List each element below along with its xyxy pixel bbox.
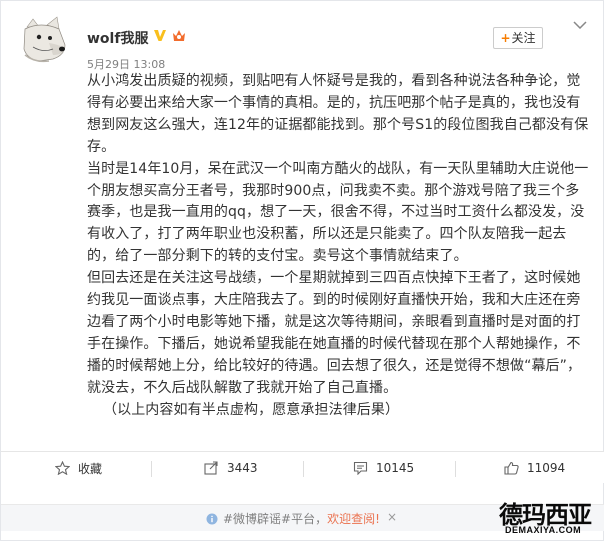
star-icon bbox=[55, 461, 70, 475]
comment-count: 10145 bbox=[376, 461, 415, 475]
avatar[interactable] bbox=[19, 15, 69, 65]
weibo-post-card: wolf我服 5月29日 13:08 +关注 从小鸿发出质疑的视频，到贴吧有人怀… bbox=[0, 0, 604, 541]
plus-icon: + bbox=[500, 31, 511, 45]
thumbs-up-icon bbox=[504, 461, 519, 475]
watermark-url: DEMAXIYA.COM bbox=[505, 525, 582, 535]
comment-icon bbox=[353, 461, 368, 475]
tip-link[interactable]: 欢迎查阅! bbox=[327, 510, 380, 527]
chevron-down-icon[interactable] bbox=[573, 21, 587, 29]
verified-icon bbox=[154, 30, 166, 41]
share-button[interactable]: 3443 bbox=[204, 452, 258, 484]
paragraph-1: 从小鸿发出质疑的视频，到贴吧有人怀疑号是我的，看到各种说法各种争论，觉得有必要出… bbox=[87, 73, 589, 155]
close-icon[interactable]: × bbox=[387, 510, 397, 524]
like-count: 11094 bbox=[527, 461, 566, 475]
tip-text: #微博辟谣#平台， bbox=[223, 512, 328, 526]
divider bbox=[151, 461, 152, 477]
divider bbox=[455, 461, 456, 477]
disclaimer-note: （以上内容如有半点虚构，愿意承担法律后果） bbox=[103, 401, 400, 418]
paragraph-2: 当时是14年10月，呆在武汉一个叫南方酷火的战队，有一天队里辅助大庄说他一个朋友… bbox=[87, 160, 589, 265]
favorite-button[interactable]: 收藏 bbox=[55, 452, 102, 484]
divider bbox=[303, 461, 304, 477]
watermark: 德玛西亚 DEMAXIYA.COM bbox=[497, 495, 601, 539]
share-icon bbox=[204, 461, 218, 475]
like-button[interactable]: 11094 bbox=[504, 452, 565, 484]
favorite-label: 收藏 bbox=[78, 461, 103, 476]
paragraph-3: 但回去还是在关注这号战绩，一个星期就掉到三四百点快掉下王者了，这时候她约我见一面… bbox=[87, 270, 582, 396]
follow-label: 关注 bbox=[511, 31, 536, 45]
post-content: 从小鸿发出质疑的视频，到贴吧有人怀疑号是我的，看到各种说法各种争论，觉得有必要出… bbox=[87, 71, 592, 422]
action-bar: 收藏 3443 10145 11094 bbox=[1, 451, 604, 483]
wolf-avatar-icon bbox=[19, 15, 69, 65]
share-count: 3443 bbox=[227, 461, 258, 475]
info-icon bbox=[206, 513, 218, 524]
comment-button[interactable]: 10145 bbox=[353, 452, 414, 484]
username[interactable]: wolf我服 bbox=[87, 28, 148, 48]
post-time[interactable]: 5月29日 13:08 bbox=[87, 56, 165, 72]
follow-button[interactable]: +关注 bbox=[493, 27, 543, 49]
vip-member-icon[interactable] bbox=[171, 28, 187, 42]
